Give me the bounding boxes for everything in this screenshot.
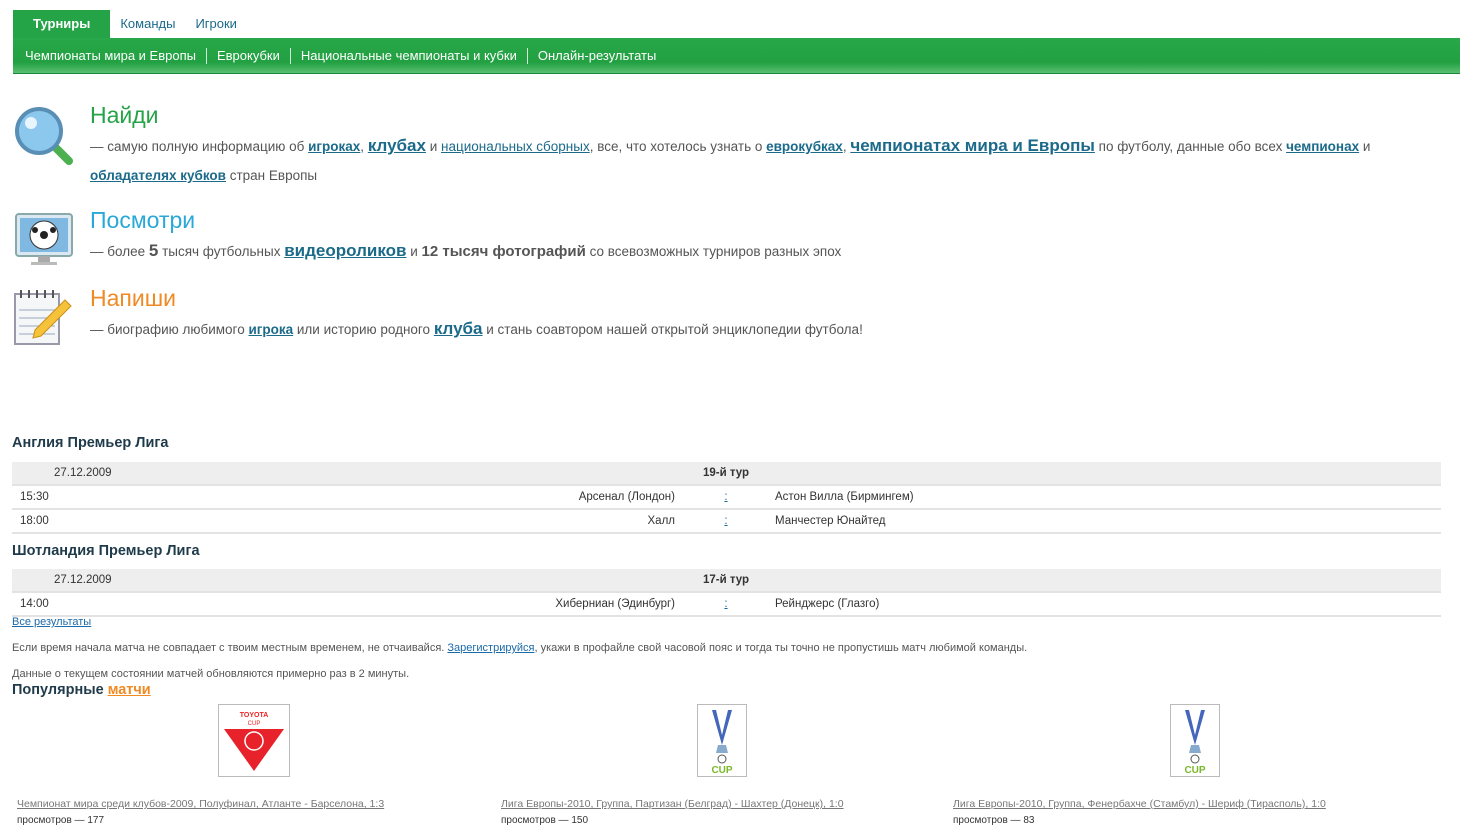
league-title: Шотландия Премьер Лига (12, 543, 200, 559)
text: стран Европы (225, 168, 318, 183)
spacer (12, 569, 54, 593)
text: тысяч футбольных (158, 244, 285, 259)
match-time: 15:30 (20, 491, 49, 503)
view-count: просмотров — 150 (501, 815, 589, 826)
link-player[interactable]: игрока (248, 322, 293, 337)
match-date: 27.12.2009 (54, 569, 677, 593)
text: со всевозможных турниров разных эпох (585, 244, 842, 259)
home-team: Хиберниан (Эдинбург) (555, 598, 675, 610)
find-title: Найди (90, 102, 159, 128)
toyota-cup-logo[interactable]: TOYOTA CUP (218, 704, 290, 777)
link-players[interactable]: игроках (308, 139, 360, 154)
text: и стань соавтором нашей открытой энцикло… (482, 322, 863, 337)
text: Популярные (12, 682, 108, 698)
league-title: Англия Премьер Лига (12, 435, 169, 451)
tab-tournaments[interactable]: Турниры (13, 10, 111, 38)
tab-players[interactable]: Игроки (185, 10, 247, 38)
table-header-row: 27.12.2009 19-й тур (12, 462, 1441, 486)
spacer (775, 569, 1441, 593)
watch-text: — более 5 тысяч футбольных видеороликов … (90, 236, 1430, 266)
match-time: 18:00 (20, 515, 49, 527)
text: — самую полную информацию об (90, 139, 309, 154)
results-table: 27.12.2009 19-й тур 15:30 Арсенал (Лондон) … (12, 462, 1441, 534)
spacer (12, 462, 54, 486)
spacer (775, 462, 1441, 486)
subnav-world-euro[interactable]: Чемпионаты мира и Европы (13, 48, 206, 63)
subnav-national[interactable]: Национальные чемпионаты и кубки (291, 48, 527, 63)
notepad-pencil-icon (14, 290, 72, 345)
svg-text:TOYOTA: TOYOTA (240, 712, 269, 719)
match-cell: 18:00 Халл (12, 509, 677, 534)
table-row: 14:00 Хиберниан (Эдинбург) : Рейнджерс (Г… (12, 592, 1441, 617)
table-row: 15:30 Арсенал (Лондон) : Астон Вилла (Бир… (12, 485, 1441, 510)
text: 5 (148, 241, 159, 260)
view-count: просмотров — 177 (17, 815, 105, 826)
write-title: Напиши (90, 285, 177, 311)
link-club[interactable]: клуба (434, 319, 483, 338)
link-eurocups[interactable]: еврокубках (766, 139, 843, 154)
text: — более (90, 244, 149, 259)
view-count: просмотров — 83 (953, 815, 1035, 826)
match-cell: 15:30 Арсенал (Лондон) (12, 485, 677, 510)
sub-navigation: Чемпионаты мира и Европы Еврокубки Нацио… (13, 38, 1460, 74)
match-time: 14:00 (20, 598, 49, 610)
score-link[interactable]: : (677, 592, 775, 617)
subnav-eurocups[interactable]: Еврокубки (207, 48, 290, 63)
away-team: Астон Вилла (Бирмингем) (775, 485, 1441, 510)
popular-matches-link[interactable]: матчи (108, 682, 151, 698)
away-team: Манчестер Юнайтед (775, 509, 1441, 534)
popular-match-link[interactable]: Чемпионат мира среди клубов-2009, Полуфи… (17, 798, 384, 810)
text: или историю родного (293, 322, 434, 337)
tab-teams[interactable]: Команды (110, 10, 185, 38)
main-tabs: Турниры Команды Игроки (13, 10, 247, 38)
text: , (360, 139, 368, 154)
svg-text:CUP: CUP (1184, 765, 1205, 776)
link-championships[interactable]: чемпионатах мира и Европы (850, 136, 1095, 155)
home-team: Арсенал (Лондон) (578, 491, 675, 503)
magnifier-icon (15, 107, 73, 165)
score-link[interactable]: : (677, 509, 775, 534)
link-champions[interactable]: чемпионах (1286, 139, 1359, 154)
text: 12 тысяч фотографий (421, 243, 586, 260)
timezone-note: Если время начала матча не совпадает с т… (12, 642, 1027, 654)
table-row: 18:00 Халл : Манчестер Юнайтед (12, 509, 1441, 534)
match-cell: 14:00 Хиберниан (Эдинбург) (12, 592, 677, 617)
find-text: — самую полную информацию об игроках, кл… (90, 131, 1430, 190)
popular-match-link[interactable]: Лига Европы-2010, Группа, Фенербахче (Ст… (953, 798, 1326, 810)
home-team: Халл (647, 515, 676, 527)
link-videos[interactable]: видеороликов (284, 241, 406, 260)
text: — биографию любимого (90, 322, 249, 337)
text: и (406, 244, 422, 259)
text: по футболу, данные обо всех (1094, 139, 1287, 154)
text: , все, что хотелось узнать о (589, 139, 767, 154)
text: и (425, 139, 442, 154)
link-cup-winners[interactable]: обладателях кубков (90, 168, 226, 183)
table-header-row: 27.12.2009 17-й тур (12, 569, 1441, 593)
away-team: Рейнджерс (Глазго) (775, 592, 1441, 617)
svg-text:CUP: CUP (711, 765, 732, 776)
link-clubs[interactable]: клубах (368, 136, 426, 155)
text: и (1359, 139, 1371, 154)
round: 17-й тур (677, 569, 775, 593)
uefa-cup-logo[interactable]: CUP (1170, 704, 1220, 777)
uefa-cup-logo[interactable]: CUP (697, 704, 747, 777)
text: Если время начала матча не совпадает с т… (12, 642, 448, 654)
round: 19-й тур (677, 462, 775, 486)
monitor-ball-icon (15, 213, 73, 265)
results-table: 27.12.2009 17-й тур 14:00 Хиберниан (Эдинбу… (12, 569, 1441, 617)
write-text: — биографию любимого игрока или историю … (90, 314, 1430, 344)
score-link[interactable]: : (677, 485, 775, 510)
text: , укажи в профайле свой часовой пояс и т… (534, 642, 1028, 654)
all-results-link[interactable]: Все результаты (12, 616, 91, 628)
popular-title: Популярные матчи (12, 682, 151, 698)
popular-match-link[interactable]: Лига Европы-2010, Группа, Партизан (Белг… (501, 798, 844, 810)
match-date: 27.12.2009 (54, 462, 677, 486)
watch-title: Посмотри (90, 207, 196, 233)
update-note: Данные о текущем состоянии матчей обновл… (12, 668, 410, 680)
svg-text:CUP: CUP (248, 721, 261, 727)
register-link[interactable]: Зарегистрируйся (447, 642, 534, 654)
subnav-online[interactable]: Онлайн-результаты (528, 48, 666, 63)
link-national-teams[interactable]: национальных сборных (441, 139, 590, 154)
